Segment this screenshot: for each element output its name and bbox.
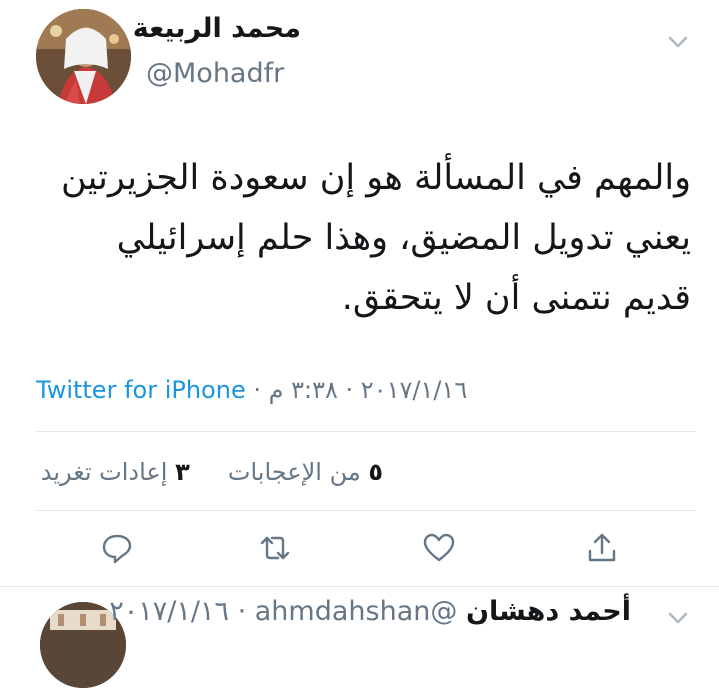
divider — [0, 586, 719, 587]
chevron-down-icon[interactable] — [664, 28, 692, 56]
author-handle-date[interactable]: @ahmdahshan · ٢٠١٧/١/١٦ — [109, 596, 457, 627]
tweet-text-line: يعني تدويل المضيق، وهذا حلم إسرائيلي — [116, 218, 691, 258]
likes-label: من الإعجابات — [227, 458, 361, 486]
reply-icon[interactable] — [100, 531, 134, 565]
likes-stat[interactable]: ٥ من الإعجابات — [228, 458, 383, 486]
share-icon[interactable] — [585, 531, 619, 565]
avatar-image — [36, 9, 131, 104]
tweet-text-line: والمهم في المسألة هو إن سعودة الجزيرتين — [60, 158, 691, 198]
tweet-date: ٢٠١٧/١/١٦ — [360, 376, 468, 404]
separator-dot: · — [337, 376, 354, 404]
tweet-text: والمهم في المسألة هو إن سعودة الجزيرتين … — [51, 148, 691, 328]
next-tweet-header: أحمد دهشان @ahmdahshan · ٢٠١٧/١/١٦ — [109, 596, 631, 627]
avatar[interactable] — [36, 9, 131, 104]
author-name[interactable]: أحمد دهشان — [466, 596, 631, 627]
likes-count: ٥ — [368, 458, 383, 486]
author-name[interactable]: محمد الربيعة — [133, 13, 301, 44]
separator-dot: · — [253, 376, 269, 404]
tweet-time: ٣:٣٨ م — [268, 376, 338, 404]
chevron-down-icon[interactable] — [664, 604, 692, 632]
retweets-stat[interactable]: ٣ إعادات تغريد — [41, 458, 190, 486]
tweet-stats: ٥ من الإعجابات ٣ إعادات تغريد — [41, 458, 383, 486]
tweet-meta: Twitter for iPhone · ٢٠١٧/١/١٦ · ٣:٣٨ م — [36, 376, 467, 404]
tweet-text-line: قديم نتمنى أن لا يتحقق. — [341, 278, 691, 318]
divider — [36, 510, 695, 511]
like-icon[interactable] — [422, 531, 456, 565]
tweet-source-link[interactable]: Twitter for iPhone — [36, 376, 246, 404]
divider — [36, 431, 695, 432]
retweets-count: ٣ — [175, 458, 190, 486]
retweets-label: إعادات تغريد — [40, 458, 168, 486]
author-handle[interactable]: @Mohadfr — [146, 58, 284, 89]
retweet-icon[interactable] — [258, 531, 292, 565]
